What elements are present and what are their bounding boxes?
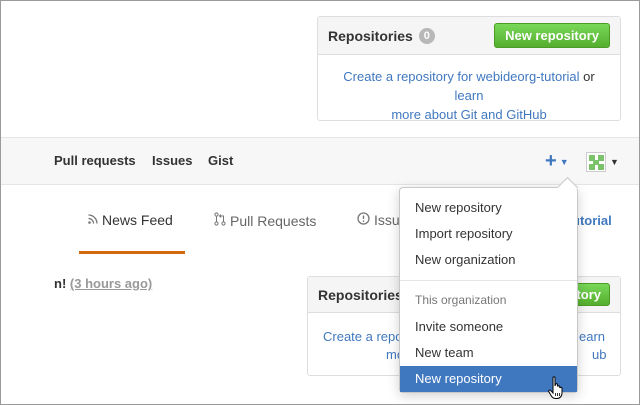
feed-item-text: n! bbox=[54, 276, 67, 291]
avatar bbox=[586, 152, 606, 172]
tab-news-feed[interactable]: News Feed bbox=[88, 212, 173, 228]
or-text: or bbox=[579, 69, 595, 84]
menu-item-invite-someone[interactable]: Invite someone bbox=[400, 314, 577, 340]
repositories-title: Repositories bbox=[328, 27, 413, 44]
repositories-title: Repositories bbox=[318, 286, 403, 303]
tab-issues[interactable]: Issu bbox=[357, 212, 400, 228]
tab-pull-requests[interactable]: Pull Requests bbox=[214, 212, 316, 229]
tab-pull-requests-label: Pull Requests bbox=[230, 212, 317, 229]
learn-more-link-end[interactable]: ub bbox=[592, 347, 606, 362]
repositories-header: Repositories 0 New repository bbox=[318, 17, 620, 55]
hand-cursor-icon bbox=[548, 376, 566, 405]
issue-icon bbox=[357, 212, 370, 228]
new-repository-button[interactable]: New repository bbox=[494, 23, 610, 48]
menu-item-new-team[interactable]: New team bbox=[400, 340, 577, 366]
menu-item-new-organization[interactable]: New organization bbox=[400, 247, 577, 273]
header-nav: Pull requests Issues Gist + ▼ ▼ bbox=[0, 137, 640, 185]
learn-more-link[interactable]: more about Git and GitHub bbox=[391, 107, 546, 122]
active-tab-indicator bbox=[79, 251, 185, 254]
learn-link[interactable]: earn bbox=[579, 329, 605, 344]
menu-divider bbox=[400, 280, 577, 281]
nav-pull-requests[interactable]: Pull requests bbox=[54, 153, 136, 168]
repositories-body: Create a repository for webideorg-tutori… bbox=[318, 55, 620, 136]
feed-item-time[interactable]: (3 hours ago) bbox=[70, 276, 152, 291]
create-new-menu-button[interactable]: + ▼ bbox=[545, 150, 569, 173]
user-menu-button[interactable]: ▼ bbox=[586, 152, 619, 172]
tab-issues-label: Issu bbox=[374, 212, 400, 228]
tab-news-feed-label: News Feed bbox=[102, 212, 173, 228]
chevron-down-icon: ▼ bbox=[610, 157, 619, 167]
menu-item-import-repository[interactable]: Import repository bbox=[400, 221, 577, 247]
plus-icon: + bbox=[545, 150, 557, 172]
nav-gist[interactable]: Gist bbox=[208, 153, 233, 168]
create-new-dropdown: New repository Import repository New org… bbox=[399, 176, 579, 393]
create-repository-link[interactable]: Create a repository for webideorg-tutori… bbox=[343, 69, 579, 84]
chevron-down-icon: ▼ bbox=[559, 156, 569, 167]
rss-icon bbox=[88, 213, 98, 227]
feed-item: n! (3 hours ago) bbox=[54, 276, 152, 291]
menu-section-header: This organization bbox=[415, 293, 507, 307]
nav-issues[interactable]: Issues bbox=[152, 153, 192, 168]
repositories-count-badge: 0 bbox=[418, 27, 435, 44]
learn-link[interactable]: learn bbox=[455, 88, 484, 103]
repositories-panel-top: Repositories 0 New repository Create a r… bbox=[317, 16, 621, 122]
menu-item-new-repository[interactable]: New repository bbox=[400, 195, 577, 221]
git-pull-request-icon bbox=[214, 212, 226, 229]
create-repository-link[interactable]: Create a repo bbox=[323, 329, 403, 344]
